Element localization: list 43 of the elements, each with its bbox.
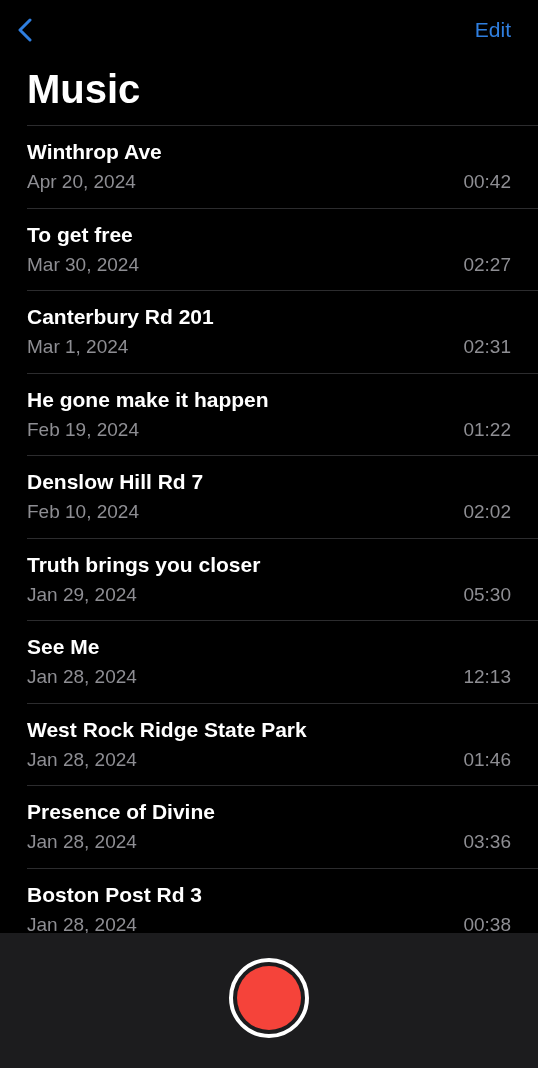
- edit-button[interactable]: Edit: [474, 18, 511, 42]
- recording-name: He gone make it happen: [27, 387, 270, 412]
- page-title: Music: [26, 66, 142, 113]
- recording-date: Feb 19, 2024: [27, 418, 139, 441]
- recording-date: Jan 28, 2024: [27, 913, 137, 933]
- recording-name: Canterbury Rd 201: [27, 305, 215, 329]
- recording-duration: 02:02: [463, 501, 511, 523]
- back-button[interactable]: [17, 18, 33, 42]
- recording-duration: 05:30: [463, 583, 511, 606]
- recording-row[interactable]: Canterbury Rd 201 Mar 1, 2024 02:31: [27, 290, 538, 373]
- recording-name: Denslow Hill Rd 7: [27, 470, 205, 494]
- recording-date: Feb 10, 2024: [27, 501, 139, 523]
- recording-duration: 03:36: [463, 831, 511, 853]
- recording-row[interactable]: To get free Mar 30, 2024 02:27: [27, 207, 538, 290]
- recording-date: Jan 28, 2024: [27, 666, 137, 688]
- recording-duration: 00:42: [463, 171, 511, 193]
- recording-date: Mar 1, 2024: [27, 336, 129, 358]
- recording-date: Jan 29, 2024: [27, 583, 137, 606]
- recording-date: Mar 30, 2024: [27, 253, 139, 276]
- recording-name: Boston Post Rd 3: [27, 882, 203, 907]
- recording-row[interactable]: See Me Jan 28, 2024 12:13: [27, 620, 538, 703]
- recording-row[interactable]: Denslow Hill Rd 7 Feb 10, 2024 02:02: [27, 455, 538, 538]
- recording-name: West Rock Ridge State Park: [27, 717, 308, 742]
- recording-row[interactable]: West Rock Ridge State Park Jan 28, 2024 01:46: [27, 702, 538, 785]
- recording-row[interactable]: Truth brings you closer Jan 29, 2024 05:30: [27, 537, 538, 620]
- recording-duration: 02:27: [463, 253, 511, 276]
- recording-name: Presence of Divine: [27, 800, 216, 824]
- recording-name: To get free: [27, 222, 134, 247]
- recording-row[interactable]: Presence of Divine Jan 28, 2024 03:36: [27, 785, 538, 868]
- recording-date: Apr 20, 2024: [27, 171, 136, 193]
- recording-date: Jan 28, 2024: [27, 748, 137, 771]
- recording-date: Jan 28, 2024: [27, 831, 137, 853]
- recording-row[interactable]: He gone make it happen Feb 19, 2024 01:22: [27, 372, 538, 455]
- recording-duration: 12:13: [463, 666, 511, 688]
- recording-duration: 01:22: [463, 418, 511, 441]
- recording-duration: 02:31: [463, 336, 511, 358]
- recording-name: Winthrop Ave: [27, 140, 163, 164]
- recording-duration: 01:46: [463, 748, 511, 771]
- recording-name: See Me: [27, 635, 101, 659]
- recording-row[interactable]: Winthrop Ave Apr 20, 2024 00:42: [27, 125, 538, 208]
- recording-duration: 00:38: [463, 913, 511, 933]
- chevron-left-icon: [17, 18, 33, 42]
- recording-name: Truth brings you closer: [27, 552, 262, 577]
